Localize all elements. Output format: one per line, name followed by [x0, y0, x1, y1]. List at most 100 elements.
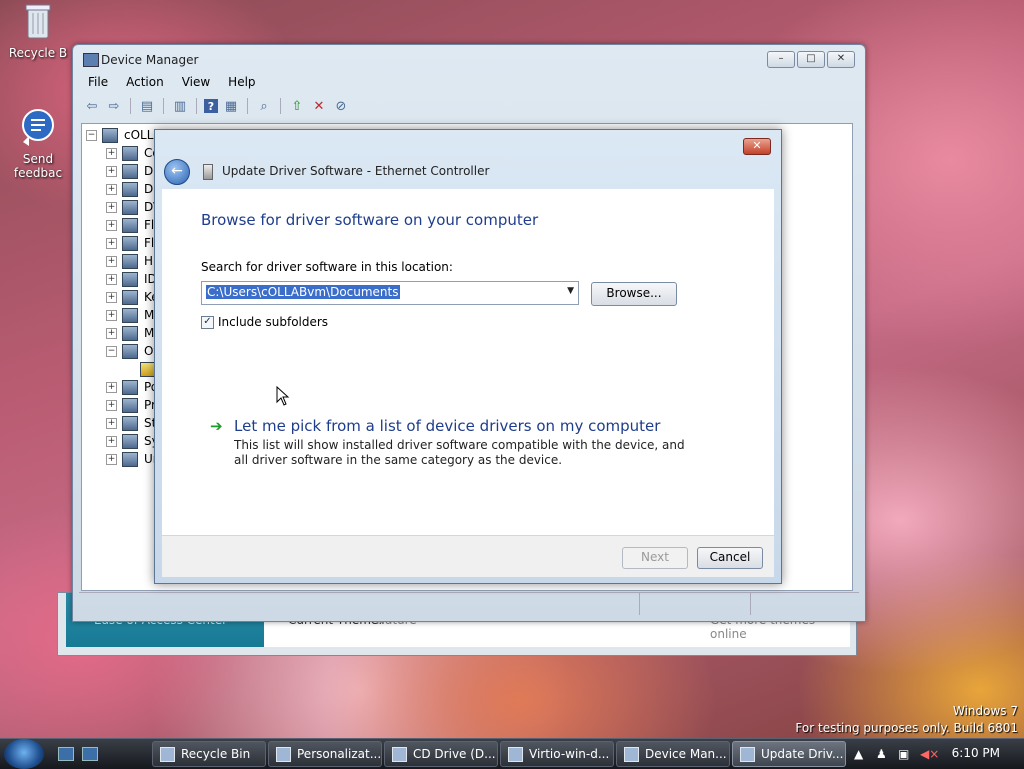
- expand-icon[interactable]: +: [106, 255, 117, 267]
- expand-icon[interactable]: +: [106, 237, 117, 249]
- pick-from-list-link[interactable]: Let me pick from a list of device driver…: [234, 417, 660, 435]
- user-icon[interactable]: ♟: [876, 747, 887, 761]
- show-hide-tree-icon[interactable]: ▤: [138, 98, 156, 114]
- driver-path-value[interactable]: C:\Users\cOLLABvm\Documents: [206, 285, 400, 299]
- tree-item[interactable]: + Po: [106, 378, 158, 396]
- include-subfolders-option[interactable]: ✓ Include subfolders: [201, 315, 328, 329]
- start-button[interactable]: [4, 739, 44, 769]
- include-subfolders-checkbox[interactable]: ✓: [201, 315, 214, 329]
- menu-view[interactable]: View: [173, 73, 219, 93]
- desktop-icon-label: Recycle B: [8, 46, 68, 60]
- view-icon[interactable]: ▦: [222, 98, 240, 114]
- desktop-icon-send-feedback[interactable]: Send feedbac: [5, 108, 71, 180]
- properties-icon[interactable]: ▥: [171, 98, 189, 114]
- expand-icon[interactable]: +: [106, 165, 117, 177]
- network-device-icon: [203, 164, 213, 180]
- tree-item[interactable]: + Di: [106, 180, 157, 198]
- system-devices-icon: [122, 433, 138, 449]
- expand-icon[interactable]: +: [106, 327, 117, 339]
- expand-icon[interactable]: +: [106, 273, 117, 285]
- tree-item[interactable]: + M: [106, 306, 154, 324]
- next-button[interactable]: Next: [622, 547, 688, 569]
- show-desktop-icon[interactable]: [58, 747, 74, 761]
- expand-icon[interactable]: +: [106, 453, 117, 465]
- tree-root[interactable]: − cOLLA: [86, 126, 162, 144]
- menu-help[interactable]: Help: [219, 73, 264, 93]
- processor-icon: [122, 397, 138, 413]
- tree-item[interactable]: + St: [106, 414, 156, 432]
- back-button[interactable]: ←: [164, 159, 190, 185]
- collapse-icon[interactable]: −: [86, 129, 97, 141]
- expand-icon[interactable]: +: [106, 219, 117, 231]
- help-icon[interactable]: ?: [204, 99, 218, 113]
- toolbar-separator: [247, 98, 248, 114]
- tree-item[interactable]: + Fl: [106, 216, 154, 234]
- tree-item[interactable]: + Fl: [106, 234, 154, 252]
- taskbar-item-personalization[interactable]: Personalizat...: [268, 741, 382, 767]
- expand-icon[interactable]: +: [106, 417, 117, 429]
- cancel-button[interactable]: Cancel: [697, 547, 763, 569]
- dialog-title: Update Driver Software - Ethernet Contro…: [222, 164, 490, 178]
- driver-path-combobox[interactable]: C:\Users\cOLLABvm\Documents ▼: [201, 281, 579, 305]
- taskbar-item-virtio[interactable]: Virtio-win-d...: [500, 741, 614, 767]
- tree-item[interactable]: + Co: [106, 144, 160, 162]
- recycle-bin-icon: [21, 2, 55, 42]
- computer-icon: [122, 145, 138, 161]
- taskbar-item-recycle-bin[interactable]: Recycle Bin: [152, 741, 266, 767]
- expand-icon[interactable]: +: [106, 381, 117, 393]
- minimize-button[interactable]: –: [767, 51, 795, 68]
- tree-item[interactable]: + Sy: [106, 432, 159, 450]
- tree-item[interactable]: + Ke: [106, 288, 159, 306]
- disable-device-icon[interactable]: ⊘: [332, 98, 350, 114]
- dialog-close-button[interactable]: ✕: [743, 138, 771, 155]
- toolbar-separator: [130, 98, 131, 114]
- tree-item[interactable]: − Ot: [106, 342, 158, 360]
- expand-icon[interactable]: +: [106, 435, 117, 447]
- network-icon[interactable]: ▣: [898, 747, 909, 761]
- computer-icon: [102, 127, 118, 143]
- clock[interactable]: 6:10 PM: [952, 746, 1000, 760]
- browse-button[interactable]: Browse...: [591, 282, 677, 306]
- menu-action[interactable]: Action: [117, 73, 173, 93]
- expand-icon[interactable]: +: [106, 291, 117, 303]
- tree-item[interactable]: + Di: [106, 162, 157, 180]
- expand-icon[interactable]: +: [106, 399, 117, 411]
- cd-drive-icon: [392, 746, 407, 762]
- expand-icon[interactable]: +: [106, 183, 117, 195]
- taskbar-item-device-manager[interactable]: Device Man...: [616, 741, 730, 767]
- show-hidden-icons-icon[interactable]: ▲: [854, 747, 863, 761]
- switch-windows-icon[interactable]: [82, 747, 98, 761]
- ports-icon: [122, 379, 138, 395]
- tree-item-label: Fl: [144, 236, 155, 250]
- tree-item[interactable]: + M: [106, 324, 154, 342]
- status-pane: [79, 593, 640, 615]
- volume-muted-icon[interactable]: ◀×: [920, 747, 939, 761]
- tree-item[interactable]: + Pr: [106, 396, 156, 414]
- taskbar-item-cd-drive[interactable]: CD Drive (D...: [384, 741, 498, 767]
- uninstall-icon[interactable]: ✕: [310, 98, 328, 114]
- scan-hardware-icon[interactable]: ⌕: [255, 98, 273, 114]
- build-watermark: For testing purposes only. Build 6801: [795, 721, 1018, 735]
- tree-item[interactable]: + ID: [106, 270, 157, 288]
- taskbar-item-label: Personalizat...: [297, 747, 382, 761]
- tree-item[interactable]: + Hu: [106, 252, 161, 270]
- floppy-icon: [122, 217, 138, 233]
- desktop-icon-recycle-bin[interactable]: Recycle B: [6, 2, 70, 60]
- expand-icon[interactable]: +: [106, 147, 117, 159]
- collapse-icon[interactable]: −: [106, 345, 117, 357]
- tree-item[interactable]: + Ur: [106, 450, 158, 468]
- back-arrow-icon[interactable]: ⇦: [83, 98, 101, 114]
- tree-item[interactable]: + DV: [106, 198, 161, 216]
- menu-file[interactable]: File: [79, 73, 117, 93]
- taskbar-item-update-driver[interactable]: Update Driv...: [732, 741, 846, 767]
- maximize-button[interactable]: □: [797, 51, 825, 68]
- expand-icon[interactable]: +: [106, 201, 117, 213]
- chevron-down-icon[interactable]: ▼: [567, 286, 574, 296]
- forward-arrow-icon[interactable]: ⇨: [105, 98, 123, 114]
- close-button[interactable]: ✕: [827, 51, 855, 68]
- expand-icon[interactable]: +: [106, 309, 117, 321]
- ide-controller-icon: [122, 271, 138, 287]
- update-driver-icon[interactable]: ⇧: [288, 98, 306, 114]
- feedback-icon: [21, 108, 55, 148]
- taskbar-item-label: CD Drive (D...: [413, 747, 496, 761]
